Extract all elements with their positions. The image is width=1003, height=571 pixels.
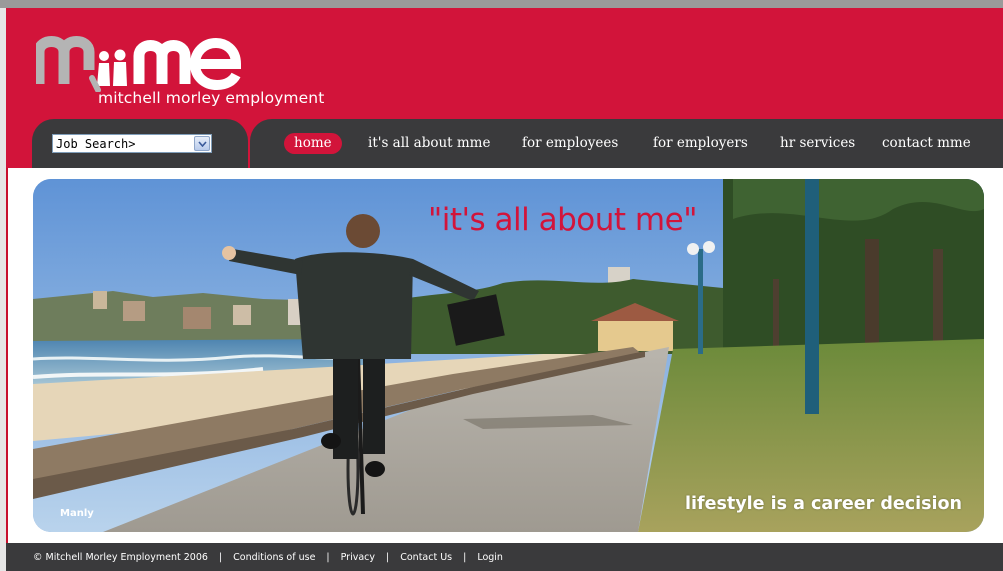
hero-location-label: Manly	[60, 508, 94, 519]
nav-contact-mme[interactable]: contact mme	[882, 133, 971, 154]
logo-tagline: mitchell morley employment	[98, 89, 325, 107]
footer-copyright: © Mitchell Morley Employment 2006	[33, 551, 208, 563]
footer-separator: |	[386, 551, 390, 563]
footer-link-conditions-of-use[interactable]: Conditions of use	[233, 552, 315, 563]
job-search-select-value: Job Search>	[56, 136, 136, 151]
nav-home[interactable]: home	[284, 133, 342, 154]
page: mitchell morley employment Job Search> h…	[0, 0, 1003, 571]
hero-quote: "it's all about me"	[428, 202, 697, 238]
nav-for-employees[interactable]: for employees	[522, 133, 618, 154]
footer-separator: |	[326, 551, 330, 563]
site-header: mitchell morley employment Job Search> h…	[6, 8, 1003, 168]
main-nav: home it's all about mme for employees fo…	[250, 119, 1003, 168]
site-logo[interactable]: mitchell morley employment	[36, 30, 336, 120]
nav-for-employers[interactable]: for employers	[653, 133, 748, 154]
browser-top-strip	[0, 0, 1003, 8]
footer-separator: |	[463, 551, 467, 563]
footer-link-login[interactable]: Login	[477, 552, 503, 563]
mme-logo-mark	[36, 36, 242, 92]
hero-caption: lifestyle is a career decision	[685, 494, 962, 514]
job-search-panel: Job Search>	[32, 119, 248, 168]
nav-its-all-about-mme[interactable]: it's all about mme	[368, 133, 490, 154]
footer-link-privacy[interactable]: Privacy	[341, 552, 375, 563]
chevron-down-icon[interactable]	[194, 136, 210, 151]
nav-hr-services[interactable]: hr services	[780, 133, 855, 154]
footer-link-contact-us[interactable]: Contact Us	[400, 552, 452, 563]
job-search-select[interactable]: Job Search>	[52, 134, 212, 153]
site-footer: © Mitchell Morley Employment 2006 | Cond…	[6, 543, 1003, 571]
footer-separator: |	[218, 551, 223, 563]
hero-banner: "it's all about me" lifestyle is a caree…	[33, 179, 984, 532]
content-left-rule	[6, 168, 8, 543]
